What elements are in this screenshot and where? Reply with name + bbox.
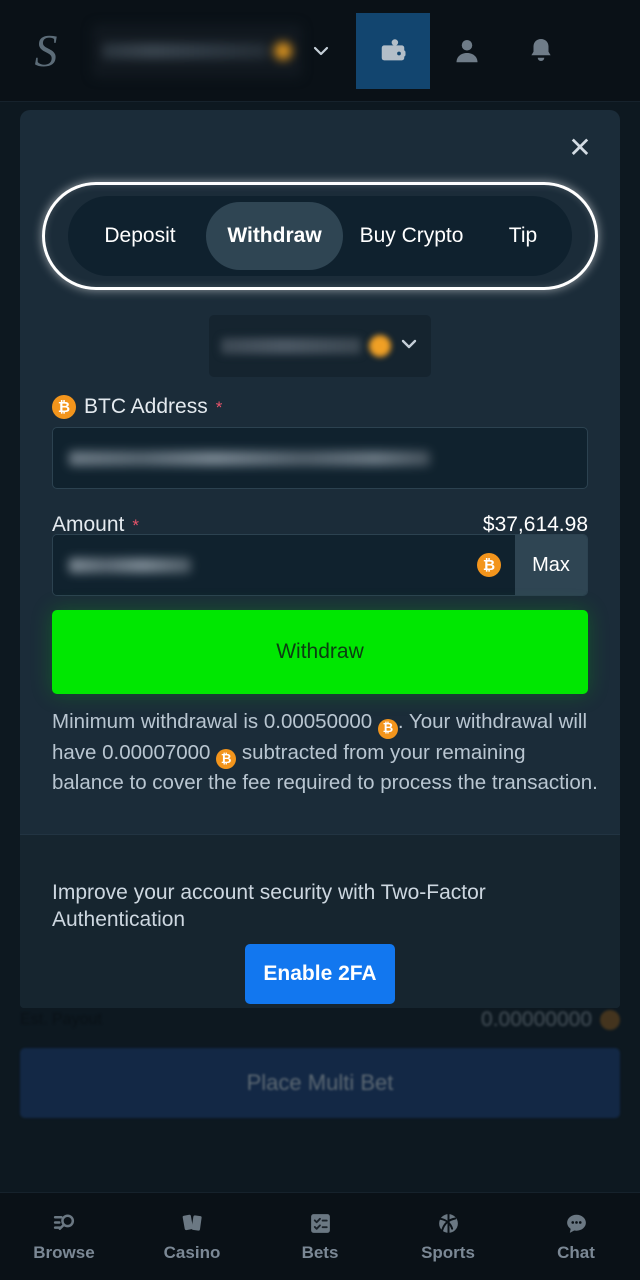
est-payout-value: 0.00000000 xyxy=(481,1008,592,1031)
tab-tip[interactable]: Tip xyxy=(480,202,566,270)
bitcoin-icon: ₿ xyxy=(377,718,398,739)
balance-amount-redacted xyxy=(102,42,268,59)
profile-button[interactable] xyxy=(430,13,504,89)
chat-bubble-icon xyxy=(564,1211,589,1237)
bitcoin-icon xyxy=(600,1010,620,1030)
checklist-icon xyxy=(308,1211,333,1237)
bottom-navigation: Browse Casino Bets Sports Chat xyxy=(0,1192,640,1280)
tab-buy-crypto[interactable]: Buy Crypto xyxy=(343,202,480,270)
nav-item-sports[interactable]: Sports xyxy=(384,1193,512,1280)
enable-2fa-button[interactable]: Enable 2FA xyxy=(245,944,395,1004)
tab-withdraw[interactable]: Withdraw xyxy=(206,202,343,270)
bell-icon xyxy=(531,38,551,61)
amount-input-row: ₿ Max xyxy=(52,534,588,596)
nav-label-browse: Browse xyxy=(33,1242,95,1262)
notifications-button[interactable] xyxy=(504,13,578,89)
balance-display[interactable] xyxy=(92,23,302,78)
app-screen: Est. Payout 0.00000000 Place Multi Bet S xyxy=(0,0,640,1280)
note-part-1: Minimum withdrawal is 0.00050000 xyxy=(52,710,373,733)
required-marker: * xyxy=(132,515,139,535)
nav-item-bets[interactable]: Bets xyxy=(256,1193,384,1280)
brand-logo[interactable]: S xyxy=(0,27,92,74)
btc-address-value-redacted xyxy=(69,450,431,466)
bitcoin-icon xyxy=(274,41,292,60)
btc-address-label: BTC Address xyxy=(84,395,208,418)
nav-label-chat: Chat xyxy=(557,1242,595,1262)
two-factor-section: Improve your account security with Two-F… xyxy=(20,834,620,1008)
amount-input[interactable]: ₿ xyxy=(53,535,515,595)
currency-value-redacted xyxy=(221,338,361,354)
close-icon[interactable]: ✕ xyxy=(560,128,600,168)
est-payout-label: Est. Payout xyxy=(20,1011,102,1028)
currency-selector[interactable] xyxy=(209,315,431,377)
person-icon xyxy=(456,39,478,62)
chevron-down-icon[interactable] xyxy=(306,41,336,61)
two-factor-description: Improve your account security with Two-F… xyxy=(52,881,486,932)
wallet-modal: ✕ Deposit Withdraw Buy Crypto Tip ₿ BTC … xyxy=(20,110,620,1008)
nav-item-chat[interactable]: Chat xyxy=(512,1193,640,1280)
chevron-down-icon xyxy=(399,334,419,359)
wallet-button[interactable] xyxy=(356,12,430,89)
est-payout-row: Est. Payout 0.00000000 xyxy=(20,1008,620,1032)
cards-icon xyxy=(180,1211,205,1237)
btc-address-label-group: ₿ BTC Address * xyxy=(52,395,222,419)
nav-item-casino[interactable]: Casino xyxy=(128,1193,256,1280)
tab-deposit[interactable]: Deposit xyxy=(74,202,206,270)
withdrawal-note: Minimum withdrawal is 0.00050000 ₿. Your… xyxy=(52,708,600,797)
section-divider xyxy=(20,834,620,835)
bitcoin-icon: ₿ xyxy=(52,395,76,419)
nav-label-casino: Casino xyxy=(163,1242,221,1262)
browse-search-icon xyxy=(52,1211,77,1237)
wallet-tabs: Deposit Withdraw Buy Crypto Tip xyxy=(68,196,572,276)
wallet-tabs-focus-ring: Deposit Withdraw Buy Crypto Tip xyxy=(42,182,598,290)
btc-address-input[interactable] xyxy=(52,427,588,489)
est-payout-value-group: 0.00000000 xyxy=(481,1008,620,1032)
required-marker: * xyxy=(215,397,223,417)
withdraw-submit-button[interactable]: Withdraw xyxy=(52,610,588,694)
bitcoin-icon: ₿ xyxy=(216,749,237,770)
bitcoin-icon xyxy=(369,335,391,357)
bitcoin-icon: ₿ xyxy=(477,553,501,577)
nav-label-sports: Sports xyxy=(421,1242,475,1262)
wallet-icon xyxy=(381,38,406,60)
place-multi-bet-button[interactable]: Place Multi Bet xyxy=(20,1048,620,1118)
amount-value-redacted xyxy=(69,557,191,573)
nav-item-browse[interactable]: Browse xyxy=(0,1193,128,1280)
basketball-icon xyxy=(436,1211,461,1237)
nav-label-bets: Bets xyxy=(301,1242,339,1262)
app-header: S xyxy=(0,0,640,102)
max-button[interactable]: Max xyxy=(515,535,587,595)
